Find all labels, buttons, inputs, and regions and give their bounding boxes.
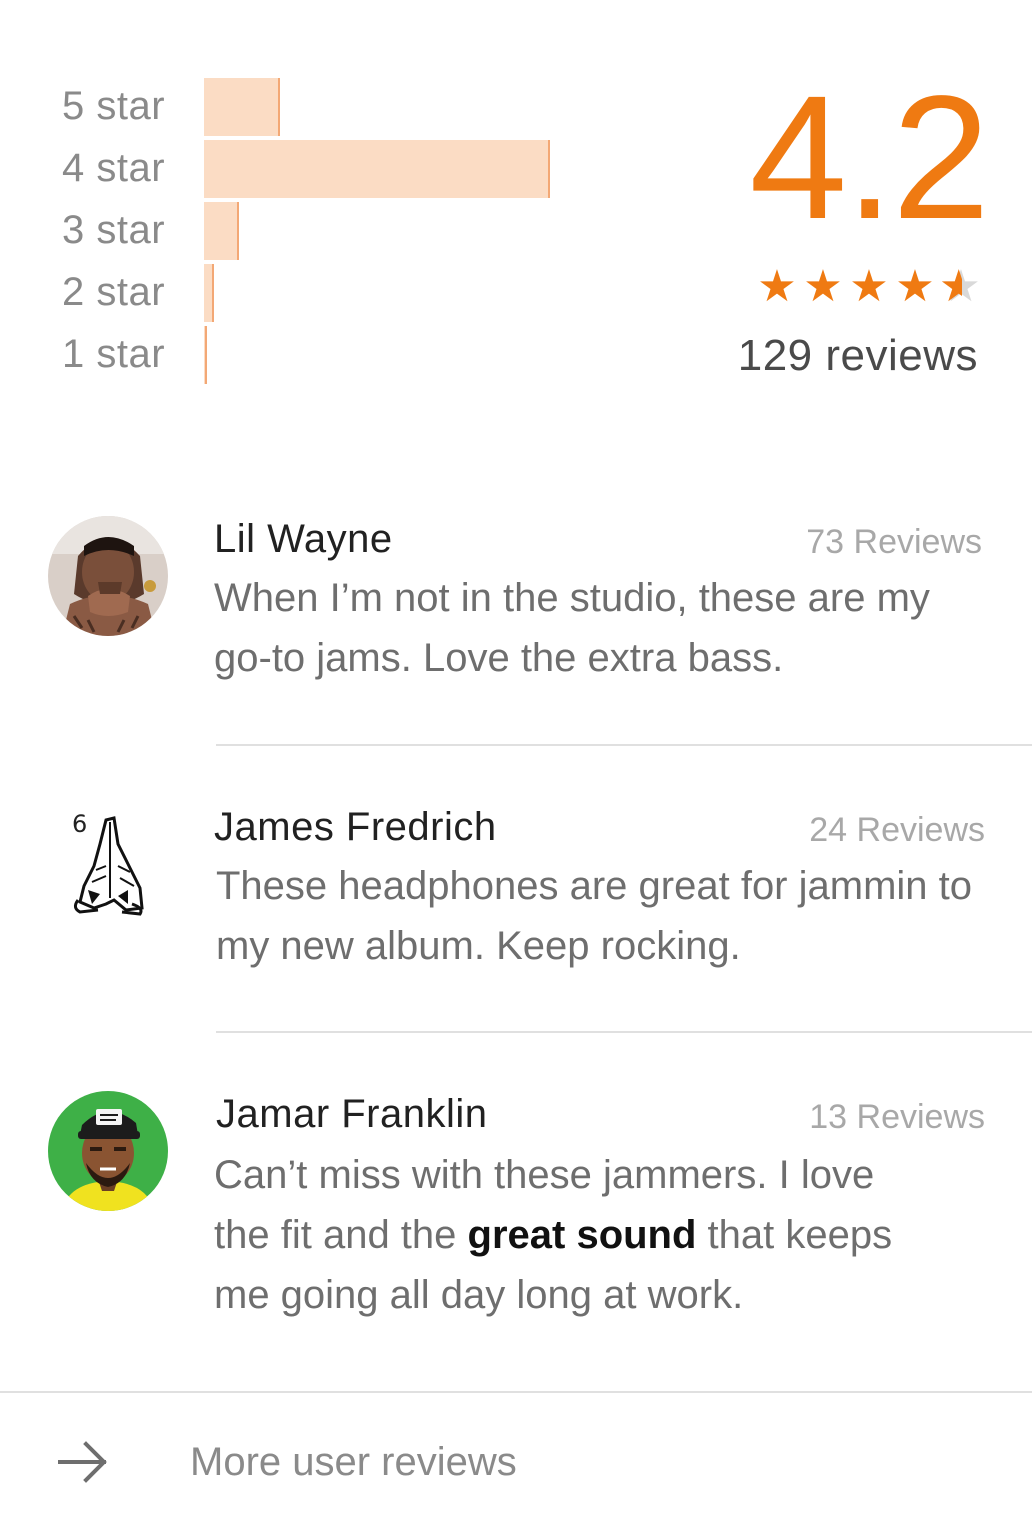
avatar[interactable]	[48, 516, 168, 636]
arrow-right-icon	[58, 1441, 107, 1483]
distribution-bar-5	[204, 78, 280, 136]
review-item[interactable]: 6 James Fredrich 24 Reviews These headph…	[0, 804, 1032, 1034]
footer-divider	[0, 1391, 1032, 1393]
distribution-label-4: 4 star	[62, 146, 166, 190]
star-icon: ★	[849, 262, 889, 311]
more-user-reviews-label: More user reviews	[190, 1440, 517, 1484]
review-text: Can’t miss with these jammers. I love th…	[214, 1145, 934, 1325]
review-item[interactable]: Lil Wayne 73 Reviews When I’m not in the…	[0, 516, 1032, 746]
review-item[interactable]: Jamar Franklin 13 Reviews Can’t miss wit…	[0, 1091, 1032, 1351]
praying-hands-icon: 6	[72, 810, 144, 916]
avatar[interactable]: 6	[48, 804, 168, 924]
star-rating: ★ ★ ★ ★ ★	[754, 262, 984, 312]
distribution-bar-1	[204, 326, 207, 384]
avatar-digit: 6	[72, 810, 87, 838]
half-star-icon: ★	[938, 262, 984, 312]
star-icon: ★	[803, 262, 843, 311]
reviewer-name[interactable]: James Fredrich	[214, 804, 497, 850]
reviewer-review-count: 73 Reviews	[806, 523, 982, 561]
reviewer-review-count: 13 Reviews	[809, 1098, 985, 1136]
rating-summary: 5 star 4 star 3 star 2 star 1 star 4.2 ★…	[0, 0, 1032, 430]
portrait-photo-icon	[48, 516, 168, 636]
review-text-highlight: great sound	[467, 1213, 697, 1257]
star-icon: ★	[757, 262, 797, 311]
reviewer-name[interactable]: Jamar Franklin	[216, 1091, 488, 1137]
distribution-bar-2	[204, 264, 214, 322]
total-review-count: 129 reviews	[737, 331, 978, 380]
divider	[216, 744, 1032, 746]
distribution-label-2: 2 star	[62, 270, 166, 314]
distribution-label-3: 3 star	[62, 208, 166, 252]
distribution-label-5: 5 star	[62, 84, 166, 128]
review-text: When I’m not in the studio, these are my…	[214, 576, 930, 680]
cartoon-man-with-cap-icon	[48, 1091, 168, 1211]
average-rating: 4.2	[749, 60, 990, 256]
review-text: These headphones are great for jammin to…	[216, 864, 972, 968]
more-user-reviews-button[interactable]: More user reviews	[0, 1396, 1032, 1536]
reviewer-review-count: 24 Reviews	[809, 811, 985, 849]
distribution-bar-3	[204, 202, 239, 260]
avatar[interactable]	[48, 1091, 168, 1211]
star-icon: ★	[895, 262, 935, 311]
distribution-label-1: 1 star	[62, 332, 166, 376]
reviewer-name[interactable]: Lil Wayne	[214, 516, 393, 562]
distribution-bar-4	[204, 140, 550, 198]
divider	[216, 1031, 1032, 1033]
